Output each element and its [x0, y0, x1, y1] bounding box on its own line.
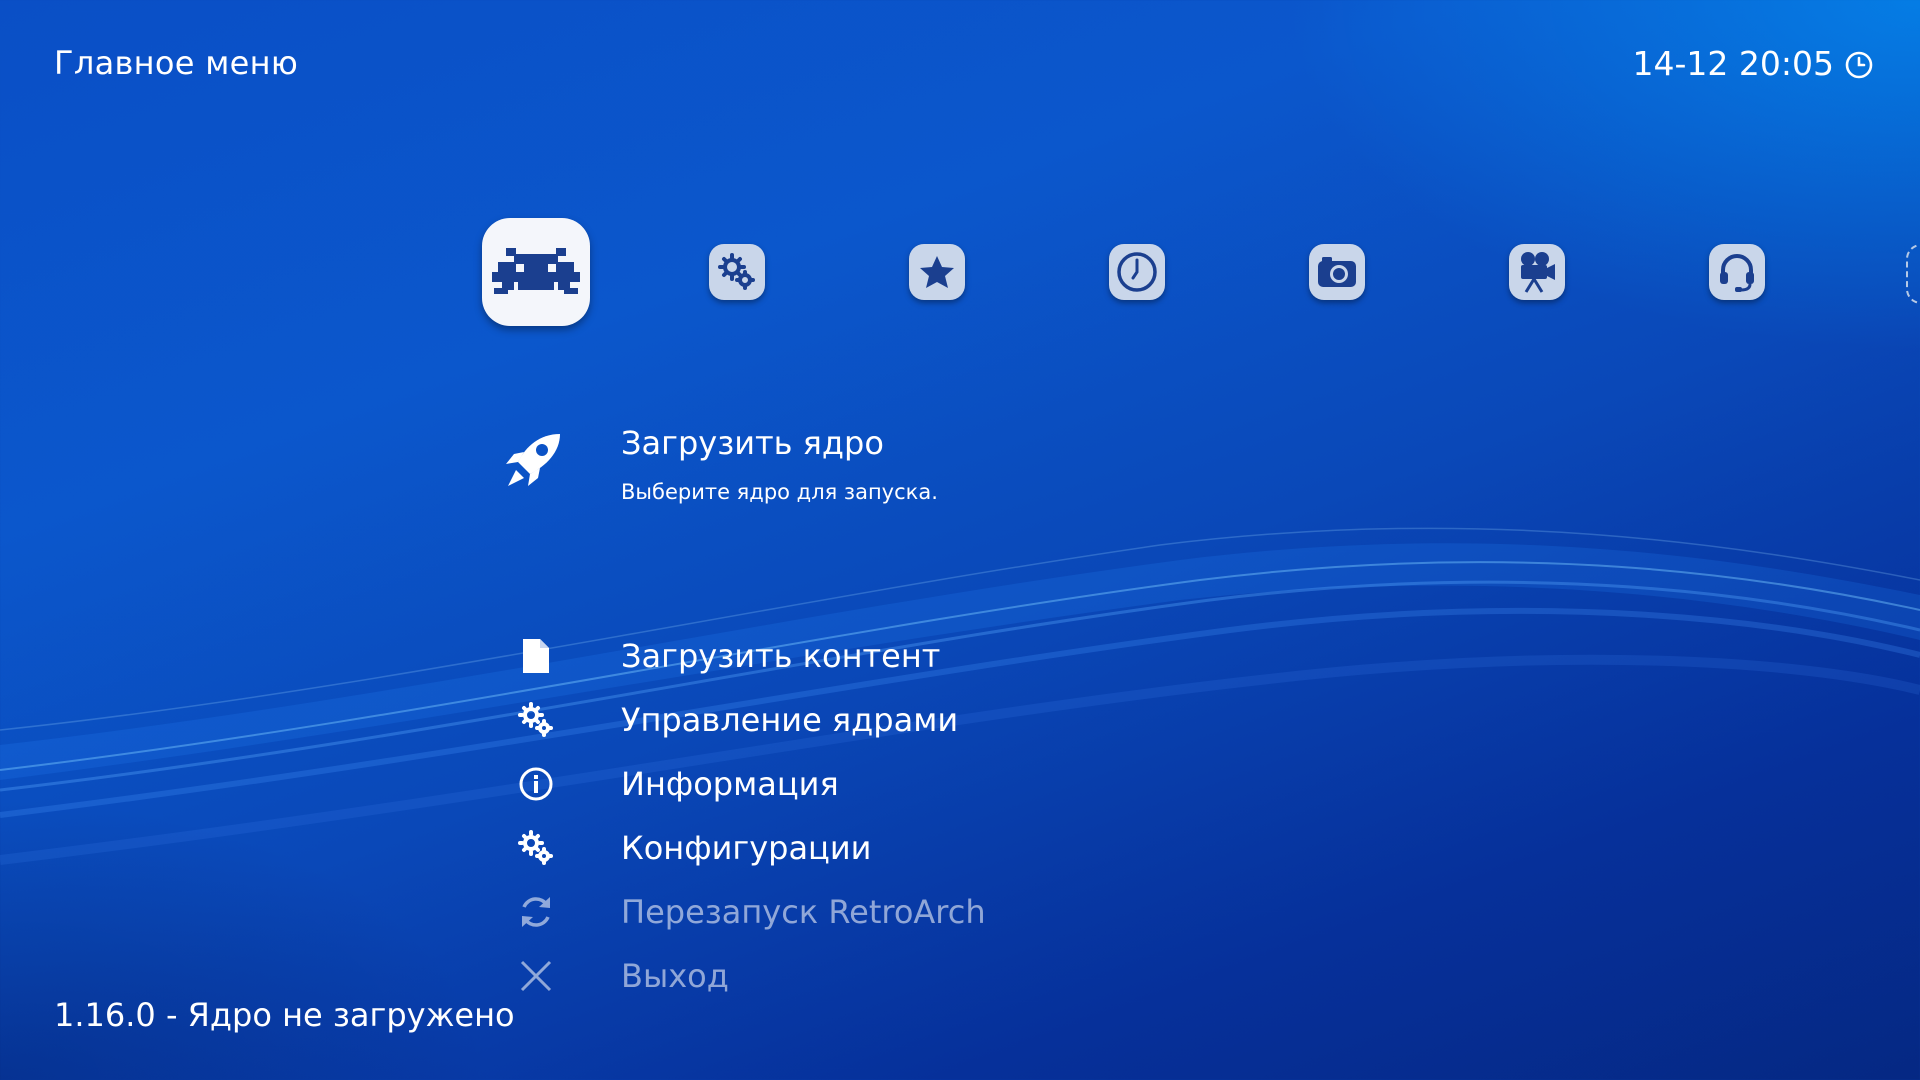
- tab-main-menu[interactable]: [482, 218, 590, 326]
- menu-item-label: Конфигурации: [621, 829, 872, 867]
- settings-gears-icon: [718, 253, 755, 290]
- menu-item-core-management[interactable]: Управление ядрами: [510, 696, 958, 744]
- info-icon: [510, 760, 562, 808]
- tab-history[interactable]: [1109, 244, 1165, 300]
- menu-item-load-content[interactable]: Загрузить контент: [510, 632, 940, 680]
- version-status: 1.16.0 - Ядро не загружено: [54, 996, 515, 1034]
- file-icon: [510, 632, 562, 680]
- menu-item-label: Перезапуск RetroArch: [621, 893, 986, 931]
- restart-icon: [510, 888, 562, 936]
- tab-netplay[interactable]: [1709, 244, 1765, 300]
- selected-item-sublabel: Выберите ядро для запуска.: [621, 480, 938, 504]
- tab-video[interactable]: [1509, 244, 1565, 300]
- rocket-icon: [500, 428, 572, 500]
- menu-item-label: Информация: [621, 765, 839, 803]
- menu-item-label: Управление ядрами: [621, 701, 959, 739]
- tab-settings[interactable]: [709, 244, 765, 300]
- menu-item-exit[interactable]: Выход: [510, 952, 729, 1000]
- close-icon: [510, 952, 562, 1000]
- menu-item-configurations[interactable]: Конфигурации: [510, 824, 871, 872]
- tab-favorites[interactable]: [909, 244, 965, 300]
- gears-icon: [510, 696, 562, 744]
- headset-icon: [1720, 254, 1754, 292]
- retroarch-invader-icon: [492, 248, 580, 294]
- menu-item-label: Выход: [621, 957, 729, 995]
- gears-icon: [510, 824, 562, 872]
- movie-camera-icon: [1521, 252, 1555, 293]
- history-clock-icon: [1117, 252, 1157, 292]
- main-tab-bar: [0, 0, 1920, 340]
- tab-images[interactable]: [1309, 244, 1365, 300]
- selected-item-label[interactable]: Загрузить ядро: [621, 424, 884, 462]
- menu-item-label: Загрузить контент: [621, 637, 941, 675]
- menu-item-information[interactable]: Информация: [510, 760, 839, 808]
- star-icon: [920, 256, 954, 288]
- camera-icon: [1318, 257, 1356, 287]
- menu-item-restart-retroarch[interactable]: Перезапуск RetroArch: [510, 888, 986, 936]
- tab-add[interactable]: [1906, 244, 1920, 304]
